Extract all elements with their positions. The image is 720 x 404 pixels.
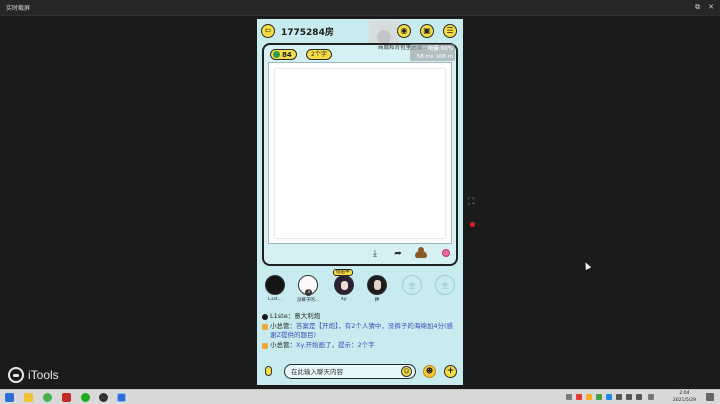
tray-icon[interactable] [566,394,572,400]
volume-icon[interactable] [636,394,642,400]
ime-icon[interactable] [648,394,654,400]
eye-icon[interactable]: ◉ [397,24,411,38]
restore-icon[interactable]: ⧉ [695,3,700,11]
player-name: 没裤子的... [296,298,320,303]
tray-icon[interactable] [586,394,592,400]
share-icon[interactable]: ➦ [391,249,405,259]
empty-seat-label: 空 [408,283,415,290]
chat-text: 答案是【开炮】，有2个人猜中，没裤子的海绵加4分(感谢Z提供的题目) [270,321,454,340]
chat-message: 小总管：答案是【开炮】，有2个人猜中，没裤子的海绵加4分(感谢Z提供的题目) [261,322,459,341]
room-header: ⇦ 1775284房 ◉ ▣ ☰ [257,19,463,52]
game-screen: ⇦ 1775284房 ◉ ▣ ☰ 84 2个字 ⤓ ➦ 商城和背包里还没… 电量… [257,19,463,385]
taskbar-date: 2021/5/29 [672,398,696,403]
file-explorer-icon[interactable] [24,393,33,402]
player-slot[interactable]: L1st... [260,273,290,302]
emoji-picker-icon[interactable]: ☺ [401,366,412,377]
empty-seat-label: 空 [441,283,448,290]
itools-logo: iTools [8,367,59,383]
flower-icon[interactable] [442,249,450,257]
network-speed-text: 58 ms 168 m [416,54,453,60]
avatar [367,275,387,295]
drawing-canvas[interactable] [275,69,445,238]
timer-value: 84 [282,50,292,59]
chat-input[interactable] [284,364,416,379]
avatar: 3 [298,275,318,296]
empty-seat-avatar: 空 [435,275,455,295]
canvas-frame [268,62,452,244]
user-avatar-icon [262,314,268,320]
avatar [334,275,354,295]
browser-icon[interactable] [43,393,52,402]
chat-sender: 小总管： [270,321,296,330]
close-icon[interactable]: ✕ [708,3,714,11]
chat-sender: 小总管： [270,340,296,349]
player-name: Xy. [340,297,348,302]
taskbar-clock[interactable]: 2:04 2021/5/29 [673,390,696,404]
window-controls: ⧉ ✕ [695,3,714,11]
mouse-cursor [582,261,592,270]
status-overlay: 电量:60% 58 ms 168 m [410,44,455,61]
itools-logo-text: iTools [28,368,59,382]
player-slot[interactable]: 押 [362,273,392,303]
player-name: L1st... [268,297,282,302]
empty-seat[interactable]: 空 [397,273,427,295]
fullscreen-icon[interactable]: ⛶ [468,197,474,207]
player-slot[interactable]: 绘画中 Xy. [329,269,359,302]
chat-message: L1ste：意大利炮 [261,312,459,322]
poop-icon[interactable] [414,246,428,259]
player-name: 押 [374,298,380,303]
chat-text: 意大利炮 [294,312,321,320]
player-row: L1st... 3 没裤子的... 绘画中 Xy. 押 空 空 [257,269,463,307]
smiley-icon[interactable]: ☻ [423,365,436,378]
room-title: 1775284房 [281,28,334,38]
itools-logo-icon [8,367,24,383]
tray-icon[interactable] [596,394,602,400]
wifi-icon[interactable] [626,394,632,400]
chat-log: L1ste：意大利炮 小总管：答案是【开炮】，有2个人猜中，没裤子的海绵加4分(… [261,312,459,350]
hint-badge: 2个字 [306,49,332,60]
chat-text: Xy.开始画了，提示：2个字 [296,340,375,349]
plus-icon[interactable]: + [444,365,457,378]
tray-icon[interactable] [606,394,612,400]
taskbar: 2:04 2021/5/29 [0,389,720,404]
system-bot-icon [262,342,268,349]
download-icon[interactable]: ⤓ [368,249,382,259]
gift-icon[interactable]: ▣ [420,24,434,38]
wechat-icon[interactable] [81,393,90,402]
app-icon[interactable] [62,393,71,402]
window-title: 实时截屏 [6,5,31,12]
taskbar-time: 2:04 [679,391,690,396]
windows-start-icon[interactable] [5,393,14,402]
timer-badge: 84 [270,49,297,60]
avatar [265,275,285,295]
chat-input-bar: ☺ ☻ + [257,362,463,382]
chat-message: 小总管：Xy.开始画了，提示：2个字 [261,341,459,351]
empty-seat-avatar: 空 [402,275,422,295]
app-icon[interactable] [99,393,108,402]
record-indicator [470,222,475,227]
exit-room-icon[interactable]: ⇦ [261,24,275,38]
player-score: 3 [305,289,312,296]
tray-icon[interactable] [616,394,622,400]
system-bot-icon [262,323,268,330]
microphone-icon[interactable] [265,366,272,376]
battery-text: 电量:60% [427,46,453,52]
tray-icon[interactable] [576,394,582,400]
host-titlebar: 实时截屏 ⧉ ✕ [0,0,720,16]
itools-taskbar-icon[interactable] [117,393,126,402]
player-slot[interactable]: 3 没裤子的... [293,273,323,303]
clock-icon [273,51,280,58]
drawing-board: 84 2个字 ⤓ ➦ [262,43,458,266]
empty-seat[interactable]: 空 [430,273,460,295]
chat-sender: L1ste： [270,312,295,320]
notification-icon[interactable] [706,393,714,401]
menu-icon[interactable]: ☰ [443,24,457,38]
